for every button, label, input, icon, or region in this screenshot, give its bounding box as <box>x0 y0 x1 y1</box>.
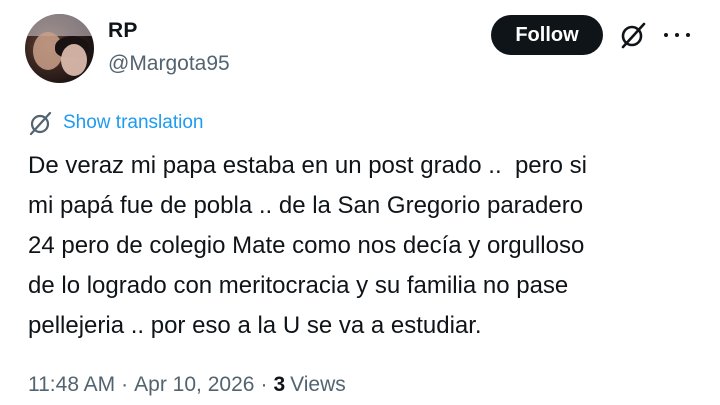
tweet-line: de lo logrado con meritocracia y su fami… <box>28 272 569 299</box>
avatar-background <box>25 14 94 36</box>
tweet-line: mi papá fue de pobla .. de la San Gregor… <box>28 192 584 219</box>
show-translation-label: Show translation <box>63 112 204 133</box>
tweet-text: De veraz mi papa estaba en un post grado… <box>28 146 708 346</box>
tweet-meta: 11:48 AM · Apr 10, 2026 · 3 Views <box>28 373 346 397</box>
more-dot <box>664 33 668 37</box>
follow-button[interactable]: Follow <box>491 15 603 55</box>
meta-separator: · <box>121 373 129 396</box>
more-dot <box>686 33 690 37</box>
tweet-line: pellejeria .. por eso a la U se va a est… <box>28 312 482 339</box>
avatar-face-right <box>61 44 87 76</box>
meta-separator: · <box>260 373 268 396</box>
avatar[interactable] <box>25 14 94 83</box>
show-translation-link[interactable]: Show translation <box>28 110 203 136</box>
views-label[interactable]: Views <box>290 373 346 397</box>
views-count[interactable]: 3 <box>273 373 285 397</box>
user-handle[interactable]: @Margota95 <box>108 52 230 76</box>
more-options-icon[interactable] <box>664 24 690 46</box>
tweet-line: 24 pero de colegio Mate como nos decía y… <box>28 232 585 259</box>
tweet-line: De veraz mi papa estaba en un post grado… <box>28 152 587 179</box>
translate-icon <box>29 111 52 136</box>
grok-icon[interactable] <box>618 20 648 50</box>
display-name[interactable]: RP <box>108 19 138 43</box>
tweet-date[interactable]: Apr 10, 2026 <box>134 373 254 397</box>
tweet-time[interactable]: 11:48 AM <box>28 373 115 397</box>
more-dot <box>675 33 679 37</box>
